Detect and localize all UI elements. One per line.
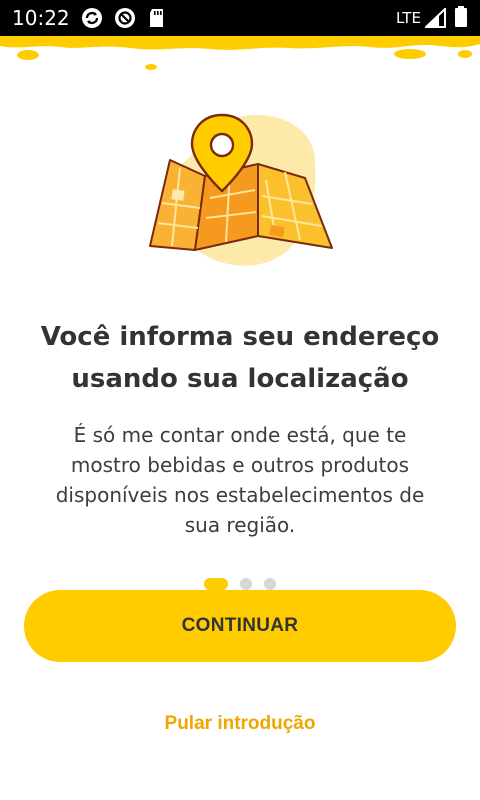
page-indicator-dot [264,578,276,590]
description-line-4: sua região. [184,513,296,537]
battery-icon [454,6,468,32]
sd-card-icon [148,7,172,29]
continue-button[interactable]: CONTINUAR [24,590,456,662]
onboarding-description: É só me contar onde está, que te mostro … [30,420,450,540]
status-time: 10:22 [12,6,70,30]
page-indicator-dot-active [204,578,228,590]
description-line-3: disponíveis nos estabelecimentos de [55,483,425,507]
headline-line-2: usando sua localização [71,364,409,394]
signal-icon [423,6,447,32]
network-type: LTE [396,9,421,27]
do-not-disturb-icon [113,7,137,29]
status-bar: 10:22 LTE [0,0,480,36]
page-indicator-dot [240,578,252,590]
description-line-2: mostro bebidas e outros produtos [70,453,410,477]
skip-intro-link[interactable]: Pular introdução [120,708,360,740]
description-line-1: É só me contar onde está, que te [73,423,407,447]
page-indicator [200,578,290,590]
onboarding-headline: Você informa seu endereço usando sua loc… [20,316,460,400]
onboarding-screen: 10:22 LTE Você informa seu endereço usan… [0,0,480,800]
map-location-pin-illustration [149,113,333,266]
top-wave-decoration [0,36,480,70]
headline-line-1: Você informa seu endereço [40,322,440,352]
sync-icon [80,7,104,29]
